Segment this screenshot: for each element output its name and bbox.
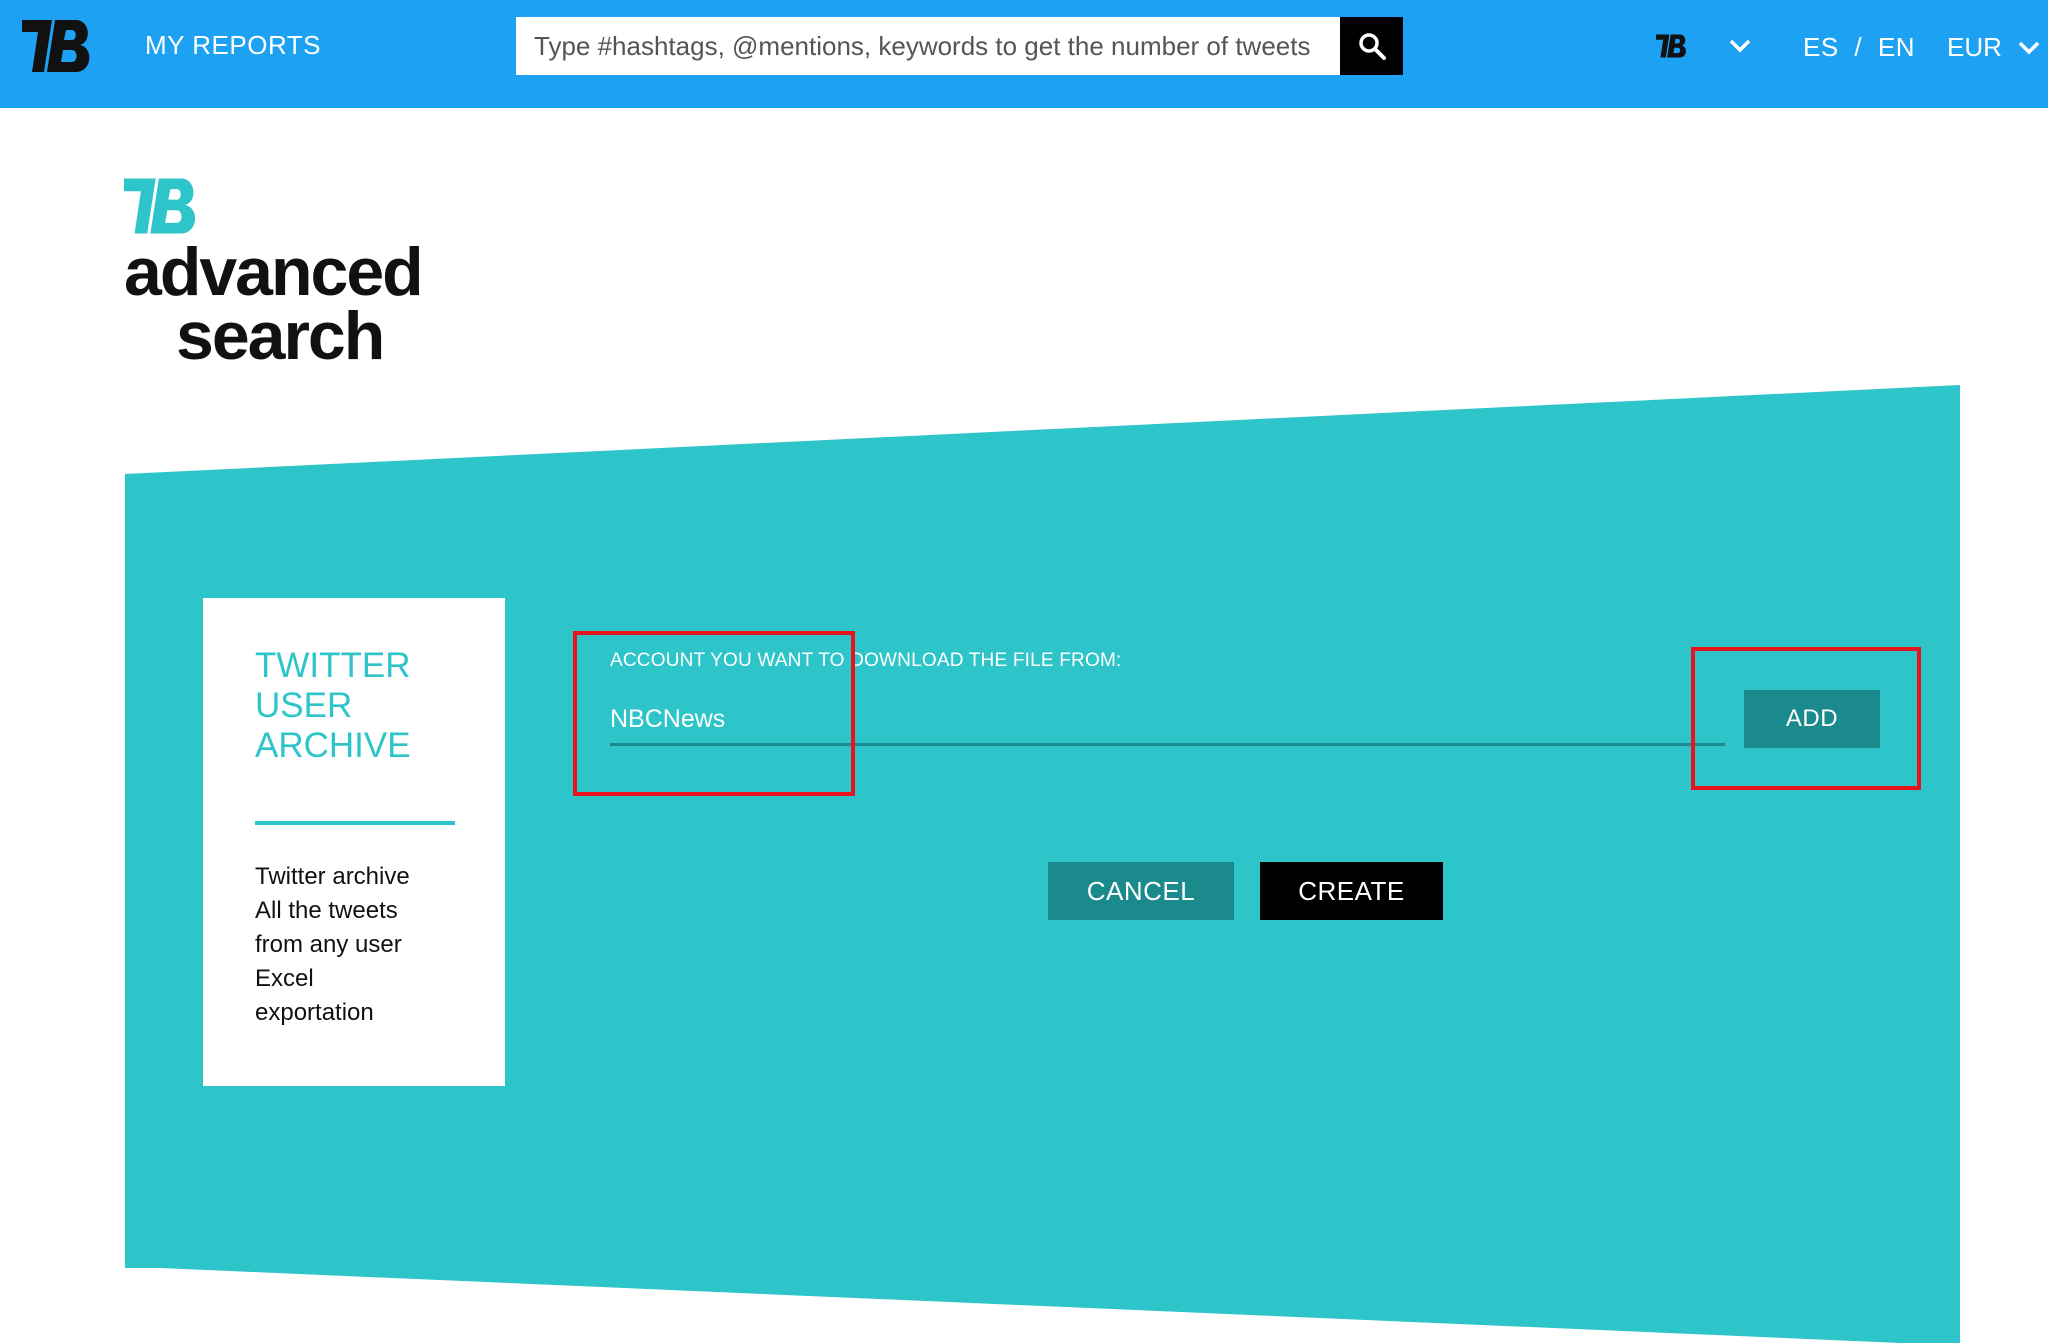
- lang-separator: /: [1854, 32, 1863, 62]
- search-button[interactable]: [1340, 17, 1403, 75]
- card-title-line: ARCHIVE: [255, 726, 411, 765]
- chevron-down-icon[interactable]: [1728, 38, 1752, 54]
- highlight-box-add-button: [1691, 647, 1921, 790]
- lang-es-link[interactable]: ES: [1803, 32, 1839, 62]
- card-desc-line: All the tweets: [255, 897, 398, 924]
- search-input[interactable]: [516, 17, 1340, 75]
- nav-my-reports-link[interactable]: MY REPORTS: [145, 30, 321, 61]
- account-tb-icon[interactable]: [1656, 34, 1688, 58]
- language-switch: ES / EN: [1803, 32, 1915, 63]
- page-title-line-2: search: [176, 298, 385, 374]
- product-card: TWITTER USER ARCHIVE Twitter archive All…: [203, 598, 505, 1086]
- tb-logo-icon: [124, 178, 196, 234]
- lang-en-link[interactable]: EN: [1878, 32, 1915, 62]
- card-title: TWITTER USER ARCHIVE: [255, 646, 475, 766]
- card-title-line: TWITTER: [255, 646, 411, 685]
- search-icon: [1358, 33, 1386, 60]
- card-desc-line: from any user: [255, 931, 402, 958]
- currency-selector[interactable]: EUR: [1947, 32, 2002, 63]
- card-divider: [255, 821, 455, 825]
- highlight-box-account-input: [573, 631, 855, 796]
- create-button[interactable]: CREATE: [1260, 862, 1443, 920]
- card-desc-line: Twitter archive: [255, 863, 410, 890]
- cancel-button[interactable]: CANCEL: [1048, 862, 1234, 920]
- card-desc-line: Excel: [255, 965, 314, 992]
- top-navigation-bar: MY REPORTS ES / EN EUR: [0, 0, 2048, 108]
- chevron-down-icon[interactable]: [2018, 40, 2040, 56]
- tb-logo-icon[interactable]: [22, 20, 94, 72]
- card-desc-line: exportation: [255, 999, 374, 1026]
- card-description: Twitter archive All the tweets from any …: [255, 860, 475, 1030]
- card-title-line: USER: [255, 686, 353, 725]
- page-title-line-1: advanced: [124, 234, 424, 310]
